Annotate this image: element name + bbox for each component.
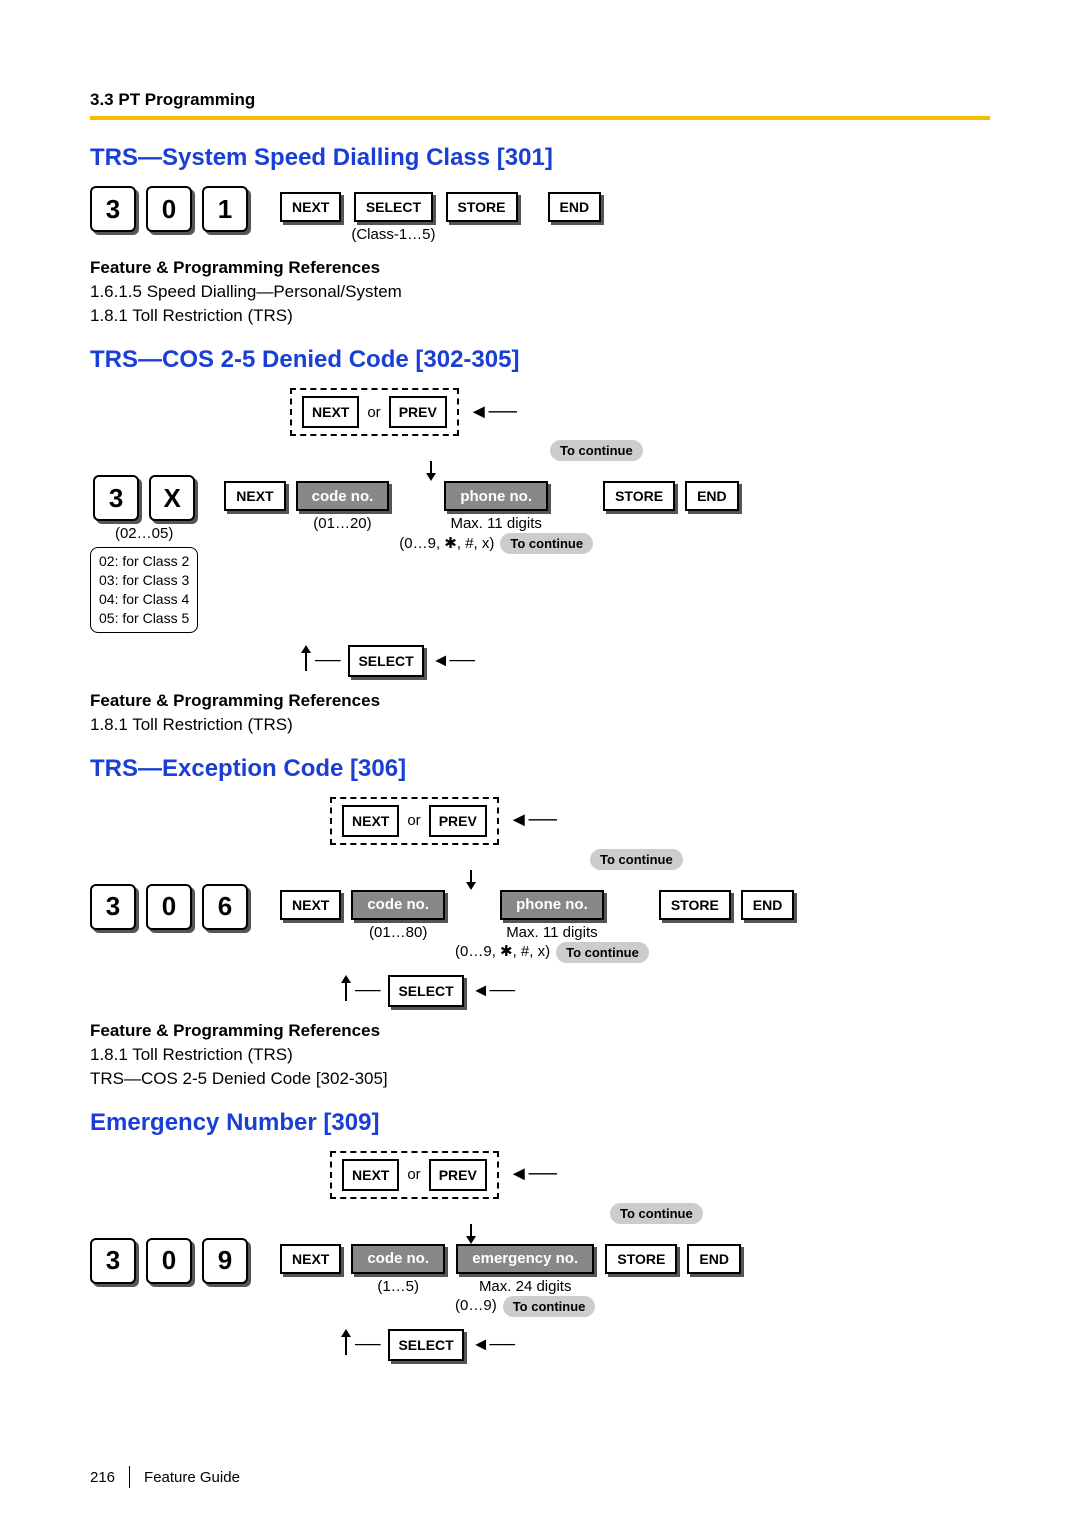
nav-next-prev: NEXT or PREV	[330, 1151, 499, 1199]
keycap: 3	[90, 1238, 136, 1284]
next-nav-button: NEXT	[342, 1159, 399, 1191]
to-continue-label: To continue	[500, 533, 593, 554]
refs-title: Feature & Programming References	[90, 1021, 990, 1041]
refs-title: Feature & Programming References	[90, 691, 990, 711]
ref-line: 1.8.1 Toll Restriction (TRS)	[90, 1045, 990, 1065]
phone-note2: (0…9)	[455, 1297, 497, 1315]
to-continue-label: To continue	[590, 849, 683, 870]
phone-note2: (0…9, ✱, #, x)	[399, 535, 494, 553]
select-button: SELECT	[354, 192, 433, 222]
prev-nav-button: PREV	[429, 805, 487, 837]
next-nav-button: NEXT	[342, 805, 399, 837]
end-button: END	[685, 481, 739, 511]
end-button: END	[548, 192, 602, 222]
code-field: code no.	[351, 1244, 445, 1274]
next-button: NEXT	[224, 481, 285, 511]
page-footer: 216 Feature Guide	[90, 1466, 240, 1488]
ref-line: 1.8.1 Toll Restriction (TRS)	[90, 715, 990, 735]
nav-next-prev: NEXT or PREV	[290, 388, 459, 436]
keycap: 3	[93, 475, 139, 521]
or-label: or	[407, 812, 420, 829]
x-range: (02…05)	[115, 525, 173, 543]
select-button: SELECT	[388, 1329, 463, 1361]
nav-next-prev: NEXT or PREV	[330, 797, 499, 845]
code-note: (01…80)	[369, 924, 427, 942]
note-line: 03: for Class 3	[99, 571, 189, 590]
phone-field: phone no.	[500, 890, 604, 920]
note-line: 02: for Class 2	[99, 552, 189, 571]
phone-note1: Max. 11 digits	[506, 924, 597, 942]
phone-note1: Max. 11 digits	[450, 515, 541, 533]
to-continue-label: To continue	[556, 942, 649, 963]
footer-label: Feature Guide	[144, 1469, 240, 1486]
prev-nav-button: PREV	[389, 396, 447, 428]
keycap: 0	[146, 186, 192, 232]
section-title-306: TRS—Exception Code [306]	[90, 755, 990, 783]
ref-line: 1.6.1.5 Speed Dialling—Personal/System	[90, 282, 990, 302]
keycap: 1	[202, 186, 248, 232]
to-continue-label: To continue	[610, 1203, 703, 1224]
to-continue-label: To continue	[503, 1296, 596, 1317]
keycap: 9	[202, 1238, 248, 1284]
store-button: STORE	[659, 890, 731, 920]
code-field: code no.	[351, 890, 445, 920]
phone-note1: Max. 24 digits	[479, 1278, 572, 1296]
header-rule	[90, 116, 990, 120]
store-button: STORE	[603, 481, 675, 511]
keycap: 3	[90, 186, 136, 232]
next-button: NEXT	[280, 192, 341, 222]
or-label: or	[367, 404, 380, 421]
page-header: 3.3 PT Programming	[90, 90, 990, 110]
select-button: SELECT	[348, 645, 423, 677]
phone-note2: (0…9, ✱, #, x)	[455, 943, 550, 961]
code-field: code no.	[296, 481, 390, 511]
section-title-309: Emergency Number [309]	[90, 1109, 990, 1137]
end-button: END	[741, 890, 795, 920]
next-button: NEXT	[280, 1244, 341, 1274]
code-note: (1…5)	[377, 1278, 419, 1296]
section-title-301: TRS—System Speed Dialling Class [301]	[90, 144, 990, 172]
next-button: NEXT	[280, 890, 341, 920]
note-line: 05: for Class 5	[99, 609, 189, 628]
x-note-box: 02: for Class 2 03: for Class 3 04: for …	[90, 547, 198, 633]
footer-divider	[129, 1466, 130, 1488]
keycap: 0	[146, 884, 192, 930]
or-label: or	[407, 1166, 420, 1183]
refs-title: Feature & Programming References	[90, 258, 990, 278]
ref-line: TRS—COS 2-5 Denied Code [302-305]	[90, 1069, 990, 1089]
keycap: X	[149, 475, 195, 521]
keycap: 6	[202, 884, 248, 930]
phone-field: phone no.	[444, 481, 548, 511]
to-continue-label: To continue	[550, 440, 643, 461]
keycap: 3	[90, 884, 136, 930]
emergency-field: emergency no.	[456, 1244, 594, 1274]
keycap: 0	[146, 1238, 192, 1284]
code-note: (01…20)	[313, 515, 371, 533]
select-button: SELECT	[388, 975, 463, 1007]
store-button: STORE	[446, 192, 518, 222]
end-button: END	[687, 1244, 741, 1274]
section-title-302: TRS—COS 2-5 Denied Code [302-305]	[90, 346, 990, 374]
page-number: 216	[90, 1469, 115, 1486]
ref-line: 1.8.1 Toll Restriction (TRS)	[90, 306, 990, 326]
prev-nav-button: PREV	[429, 1159, 487, 1191]
next-nav-button: NEXT	[302, 396, 359, 428]
select-note: (Class-1…5)	[351, 226, 435, 244]
store-button: STORE	[605, 1244, 677, 1274]
note-line: 04: for Class 4	[99, 590, 189, 609]
